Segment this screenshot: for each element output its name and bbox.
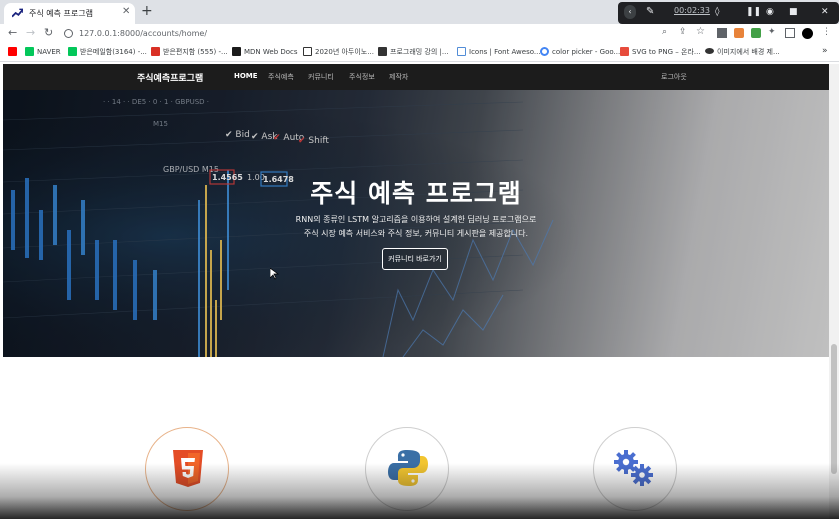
mdn-icon: [232, 47, 241, 56]
bookmark-icon: [378, 47, 387, 56]
hero-section: · · 14 · · DE5 · 0 · 1 · GBPUSD · M15 ✔ …: [3, 90, 829, 357]
share-icon[interactable]: ⇪: [679, 27, 689, 37]
bookmark-item[interactable]: MDN Web Docs: [232, 47, 298, 56]
mouse-cursor-icon: [270, 268, 279, 280]
profile-avatar[interactable]: [802, 28, 813, 39]
extension-icon[interactable]: [717, 28, 727, 38]
arduino-icon: [303, 47, 312, 56]
bookmark-item[interactable]: [8, 47, 20, 56]
shield-icon[interactable]: ◊: [715, 5, 719, 19]
hero-title: 주식 예측 프로그램: [310, 179, 522, 208]
nav-creator[interactable]: 제작자: [389, 72, 408, 82]
bookmark-item[interactable]: 2020년 아두이노...: [303, 47, 374, 57]
site-info-icon[interactable]: [64, 29, 73, 38]
bookmarks-more-icon[interactable]: »: [822, 46, 828, 56]
svg-png-icon: [620, 47, 629, 56]
bookmark-label: 이미지에서 배경 제...: [717, 48, 780, 56]
bookmark-item[interactable]: 받은편지함 (555) -...: [151, 47, 228, 57]
extension-icon[interactable]: [734, 28, 744, 38]
eye-icon: [705, 48, 714, 54]
new-tab-button[interactable]: +: [141, 3, 153, 19]
close-icon[interactable]: ✕: [821, 5, 829, 19]
bookmark-label: 받은편지함 (555) -...: [163, 48, 228, 56]
bookmark-item[interactable]: 프로그래밍 강의 |...: [378, 47, 449, 57]
youtube-icon: [8, 47, 17, 56]
browser-tab-strip: 주식 예측 프로그램 ✕ + ‹ ✎ 00:02:33 ◊ ❚❚ ◉ ■ ✕: [0, 0, 839, 24]
sidepanel-icon[interactable]: [785, 28, 795, 38]
forward-icon[interactable]: →: [26, 26, 35, 39]
bookmark-label: 받은메일함(3164) -...: [80, 48, 147, 56]
nav-logout[interactable]: 로그아웃: [661, 72, 687, 82]
recorder-time: 00:02:33: [674, 6, 710, 15]
reload-icon[interactable]: ↻: [44, 26, 53, 39]
stop-icon[interactable]: ■: [789, 5, 798, 19]
bookmark-label: 프로그래밍 강의 |...: [390, 48, 449, 56]
nav-community[interactable]: 커뮤니티: [308, 72, 334, 82]
screen-recorder-bar: ‹ ✎ 00:02:33 ◊ ❚❚ ◉ ■ ✕: [618, 2, 839, 24]
record-icon[interactable]: ◉: [766, 5, 774, 19]
nav-stock-info[interactable]: 주식정보: [349, 72, 375, 82]
back-icon[interactable]: ←: [8, 26, 17, 39]
bookmark-item[interactable]: Icons | Font Aweso...: [457, 47, 541, 56]
nav-stock-prediction[interactable]: 주식예측: [268, 72, 294, 82]
bottom-shadow: [0, 463, 839, 519]
naver-icon: [25, 47, 34, 56]
tab-close-icon[interactable]: ✕: [122, 6, 130, 17]
flag-icon: [457, 47, 466, 56]
browser-toolbar: ← → ↻ 127.0.0.1:8000/accounts/home/ ⌕ ⇪ …: [0, 24, 839, 44]
pen-icon[interactable]: ✎: [646, 5, 654, 19]
community-shortcut-button[interactable]: 커뮤니티 바로가기: [382, 248, 448, 270]
hero-description-line2: 주식 시장 예측 서비스와 주식 정보, 커뮤니티 게시판을 제공합니다.: [303, 229, 529, 238]
bookmark-item[interactable]: SVG to PNG – 온라...: [620, 47, 701, 57]
extension-icon[interactable]: [751, 28, 761, 38]
chart-trend-icon: [12, 8, 23, 18]
bookmark-label: SVG to PNG – 온라...: [632, 48, 701, 56]
search-icon[interactable]: ⌕: [662, 27, 672, 37]
bookmark-item[interactable]: 이미지에서 배경 제...: [705, 47, 780, 57]
tab-title: 주식 예측 프로그램: [29, 9, 93, 18]
nav-home[interactable]: HOME: [234, 72, 258, 80]
bookmark-label: 2020년 아두이노...: [315, 48, 374, 56]
browser-tab[interactable]: 주식 예측 프로그램 ✕: [4, 3, 135, 24]
hero-description-line1: RNN의 종류인 LSTM 알고리즘을 이용하여 설계한 딥러닝 프로그램으로: [295, 215, 537, 224]
bookmark-item[interactable]: NAVER: [25, 47, 61, 56]
puzzle-icon[interactable]: ✦: [768, 27, 778, 37]
google-icon: [540, 47, 549, 56]
bookmark-label: NAVER: [37, 48, 61, 56]
chevron-left-icon[interactable]: ‹: [624, 5, 636, 19]
pause-icon[interactable]: ❚❚: [746, 5, 761, 19]
bookmark-label: Icons | Font Aweso...: [469, 48, 541, 56]
bookmark-label: MDN Web Docs: [244, 48, 298, 56]
address-bar[interactable]: 127.0.0.1:8000/accounts/home/: [79, 29, 207, 38]
naver-mail-icon: [68, 47, 77, 56]
site-brand[interactable]: 주식예측프로그램: [137, 71, 203, 84]
page-scrollbar[interactable]: [829, 64, 839, 519]
bookmark-item[interactable]: 받은메일함(3164) -...: [68, 47, 147, 57]
bookmarks-bar: NAVER 받은메일함(3164) -... 받은편지함 (555) -... …: [0, 44, 839, 62]
scrollbar-thumb[interactable]: [831, 344, 837, 474]
site-navbar: 주식예측프로그램 HOME 주식예측 커뮤니티 주식정보 제작자 로그아웃: [3, 64, 829, 90]
gmail-icon: [151, 47, 160, 56]
star-icon[interactable]: ☆: [696, 26, 706, 37]
bookmark-item[interactable]: color picker - Goo...: [540, 47, 620, 56]
menu-icon[interactable]: ⋮: [822, 27, 832, 37]
bookmark-label: color picker - Goo...: [552, 48, 621, 56]
